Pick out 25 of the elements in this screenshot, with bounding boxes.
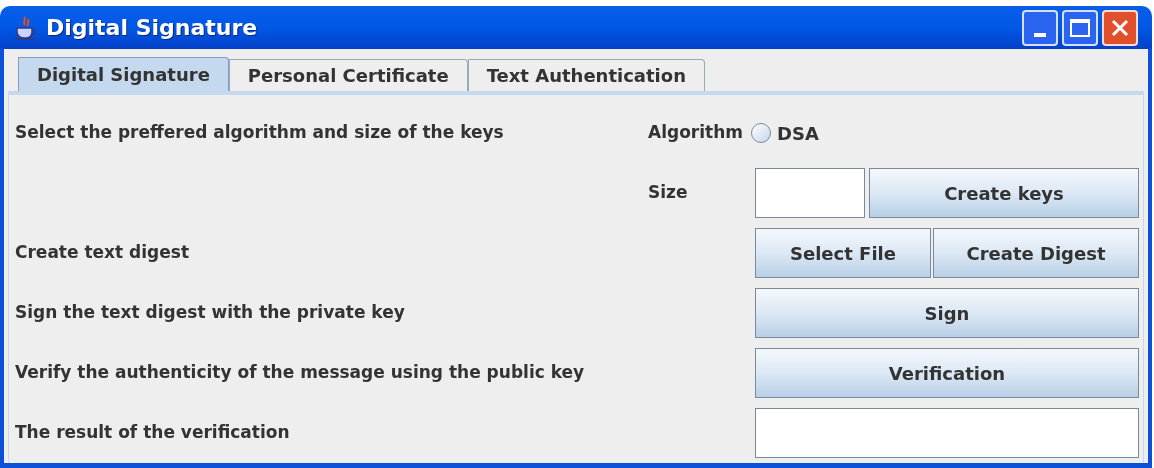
close-button[interactable] (1102, 9, 1138, 46)
close-icon (1110, 17, 1130, 38)
input-field[interactable] (755, 408, 1139, 458)
window-title: Digital Signature (46, 14, 259, 42)
minimize-button[interactable] (1022, 9, 1058, 46)
row-label: Create text digest (15, 242, 190, 263)
action-button[interactable]: Create Digest (933, 228, 1139, 278)
tab[interactable]: Digital Signature (18, 57, 229, 91)
coffee-cup-icon (14, 14, 38, 41)
input-field[interactable] (755, 168, 865, 218)
row-label: Verify the authenticity of the message using the public key (15, 362, 585, 383)
action-button[interactable]: Select File (755, 228, 931, 278)
row-label: Sign the text digest with the private key (15, 302, 405, 323)
action-button[interactable]: Sign (755, 288, 1139, 338)
field-label: Size (648, 181, 688, 205)
radio-label[interactable]: DSA (777, 119, 819, 147)
row-label: Select the preffered algorithm and size of the keys (15, 122, 504, 143)
row-label: The result of the verification (15, 422, 290, 443)
radio-button[interactable] (751, 123, 771, 143)
field-label: Algorithm (648, 121, 743, 145)
tab[interactable]: Personal Certificate (228, 59, 468, 91)
action-button[interactable]: Create keys (869, 168, 1139, 218)
tab[interactable]: Text Authentication (467, 59, 705, 91)
action-button[interactable]: Verification (755, 348, 1139, 398)
maximize-button[interactable] (1062, 9, 1098, 46)
